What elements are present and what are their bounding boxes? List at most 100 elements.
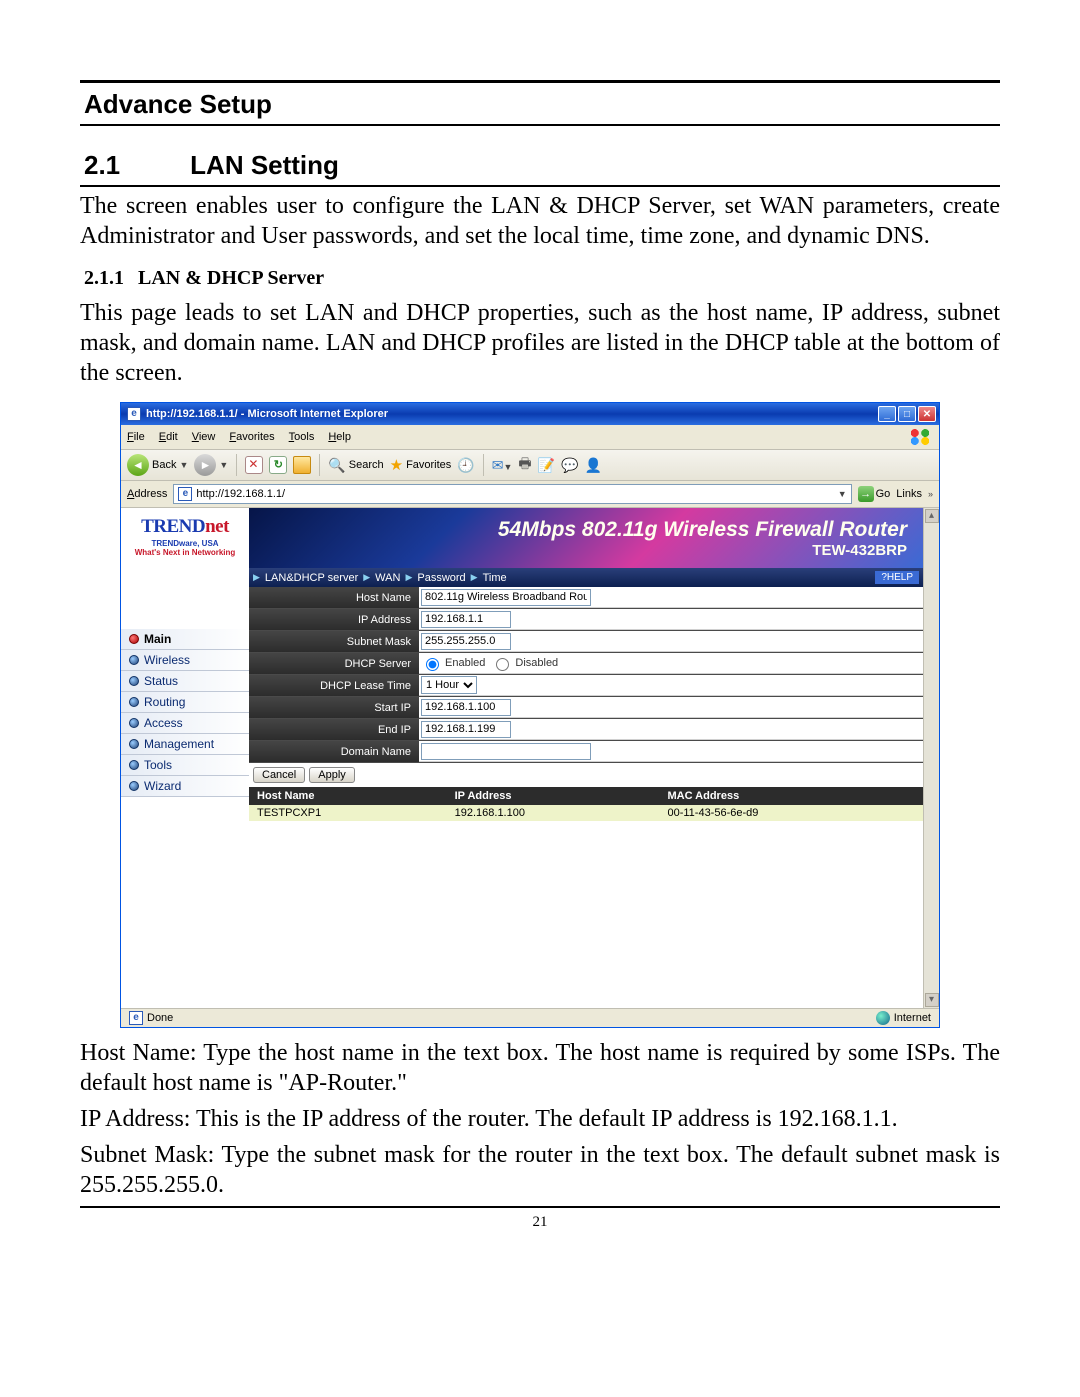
bullet-icon <box>129 718 139 728</box>
bullet-icon <box>129 739 139 749</box>
vertical-scrollbar[interactable]: ▴ ▾ <box>923 508 939 1008</box>
menu-favorites[interactable]: Favorites <box>229 431 274 443</box>
sidebar-item-status[interactable]: Status <box>121 671 249 692</box>
status-bar: e Done Internet <box>121 1008 939 1027</box>
favorites-button[interactable]: ★Favorites <box>390 456 452 474</box>
browser-window: e http://192.168.1.1/ - Microsoft Intern… <box>120 402 940 1028</box>
mail-icon[interactable]: ✉▼ <box>492 457 513 474</box>
stop-icon[interactable] <box>245 456 263 474</box>
maximize-button[interactable]: □ <box>898 406 916 422</box>
history-icon[interactable]: 🕘 <box>457 457 474 474</box>
search-button[interactable]: 🔍Search <box>328 457 383 474</box>
lease-time-select[interactable]: 1 Hour <box>421 676 477 694</box>
url-text: http://192.168.1.1/ <box>196 488 285 500</box>
ip-address-desc: IP Address: This is the IP address of th… <box>80 1104 1000 1134</box>
minimize-button[interactable]: _ <box>878 406 896 422</box>
sidebar-item-management[interactable]: Management <box>121 734 249 755</box>
menu-help[interactable]: Help <box>328 431 351 443</box>
close-button[interactable]: ✕ <box>918 406 936 422</box>
sidebar-item-access[interactable]: Access <box>121 713 249 734</box>
links-label[interactable]: Links <box>896 488 922 500</box>
label-domain-name: Domain Name <box>249 741 419 762</box>
cell-ip: 192.168.1.100 <box>447 805 660 821</box>
cancel-button[interactable]: Cancel <box>253 767 305 783</box>
apply-button[interactable]: Apply <box>309 767 355 783</box>
brand-logo: TRENDnet TRENDware, USA What's Next in N… <box>121 508 249 563</box>
address-dropdown-icon[interactable]: ▼ <box>838 489 847 499</box>
label-ip-address: IP Address <box>249 609 419 630</box>
discuss-icon[interactable]: 💬 <box>561 457 578 474</box>
host-name-input[interactable] <box>421 589 591 606</box>
refresh-icon[interactable]: ↻ <box>269 456 287 474</box>
dhcp-enabled-radio[interactable] <box>426 658 439 671</box>
chapter-title: Advance Setup <box>80 83 1000 124</box>
subsection-number: 2.1.1 <box>84 267 124 290</box>
tab-marker-icon: ▶ <box>405 572 412 583</box>
ie-icon: e <box>127 407 141 421</box>
sidebar-item-label: Access <box>144 716 183 730</box>
sidebar-item-routing[interactable]: Routing <box>121 692 249 713</box>
bullet-icon <box>129 676 139 686</box>
menu-tools[interactable]: Tools <box>289 431 315 443</box>
tab-wan[interactable]: WAN <box>375 572 400 584</box>
rule-section <box>80 185 1000 187</box>
title-bar[interactable]: e http://192.168.1.1/ - Microsoft Intern… <box>121 403 939 425</box>
end-ip-input[interactable] <box>421 721 511 738</box>
scroll-down-icon[interactable]: ▾ <box>925 993 939 1007</box>
ip-address-input[interactable] <box>421 611 511 628</box>
address-bar: Address e http://192.168.1.1/ ▼ →Go Link… <box>121 481 939 508</box>
section-intro: The screen enables user to configure the… <box>80 191 1000 251</box>
subnet-mask-input[interactable] <box>421 633 511 650</box>
print-icon[interactable]: 🖶 <box>518 453 531 477</box>
label-dhcp-server: DHCP Server <box>249 653 419 674</box>
sidebar-item-label: Wireless <box>144 653 190 667</box>
banner-title: 54Mbps 802.11g Wireless Firewall Router <box>498 518 907 542</box>
menu-edit[interactable]: Edit <box>159 431 178 443</box>
search-icon: 🔍 <box>328 457 345 474</box>
messenger-icon[interactable]: 👤 <box>585 457 602 474</box>
menu-view[interactable]: View <box>192 431 216 443</box>
go-arrow-icon: → <box>858 486 874 502</box>
page-number: 21 <box>80 1214 1000 1231</box>
address-input[interactable]: e http://192.168.1.1/ ▼ <box>173 484 851 504</box>
label-end-ip: End IP <box>249 719 419 740</box>
tab-marker-icon: ▶ <box>253 572 260 583</box>
tab-lan-dhcp[interactable]: LAN&DHCP server <box>265 572 358 584</box>
bullet-icon <box>129 697 139 707</box>
address-label: Address <box>127 488 167 500</box>
sidebar-item-label: Management <box>144 737 214 751</box>
edit-icon[interactable]: 📝 <box>538 457 555 474</box>
dhcp-client-table: Host Name IP Address MAC Address TESTPCX… <box>249 787 923 821</box>
rule-footer <box>80 1206 1000 1208</box>
sidebar-item-label: Tools <box>144 758 172 772</box>
forward-button[interactable]: ►▼ <box>194 454 228 476</box>
links-chevron-icon[interactable]: » <box>928 489 933 499</box>
go-button[interactable]: →Go <box>858 486 891 502</box>
scroll-up-icon[interactable]: ▴ <box>925 509 939 523</box>
menu-file[interactable]: File <box>127 431 145 443</box>
col-ip-address: IP Address <box>447 787 660 805</box>
home-icon[interactable] <box>293 456 311 474</box>
tab-password[interactable]: Password <box>417 572 465 584</box>
sidebar-item-main[interactable]: Main <box>121 629 249 650</box>
subnet-mask-desc: Subnet Mask: Type the subnet mask for th… <box>80 1140 1000 1200</box>
table-row: TESTPCXP1192.168.1.10000-11-43-56-6e-d9 <box>249 805 923 821</box>
sidebar-item-wireless[interactable]: Wireless <box>121 650 249 671</box>
back-button[interactable]: ◄Back ▼ <box>127 454 188 476</box>
window-title: http://192.168.1.1/ - Microsoft Internet… <box>146 408 388 420</box>
toolbar: ◄Back ▼ ►▼ ↻ 🔍Search ★Favorites 🕘 ✉▼ 🖶 📝… <box>121 450 939 481</box>
bullet-icon <box>129 760 139 770</box>
label-host-name: Host Name <box>249 587 419 608</box>
col-mac-address: MAC Address <box>659 787 923 805</box>
sidebar-item-tools[interactable]: Tools <box>121 755 249 776</box>
star-icon: ★ <box>390 456 403 474</box>
product-banner: 54Mbps 802.11g Wireless Firewall Router … <box>249 508 923 568</box>
section-number: 2.1 <box>84 150 120 181</box>
start-ip-input[interactable] <box>421 699 511 716</box>
sidebar-item-wizard[interactable]: Wizard <box>121 776 249 797</box>
domain-name-input[interactable] <box>421 743 591 760</box>
dhcp-disabled-radio[interactable] <box>496 658 509 671</box>
tab-time[interactable]: Time <box>483 572 507 584</box>
help-button[interactable]: ?HELP <box>875 571 919 584</box>
bullet-icon <box>129 655 139 665</box>
